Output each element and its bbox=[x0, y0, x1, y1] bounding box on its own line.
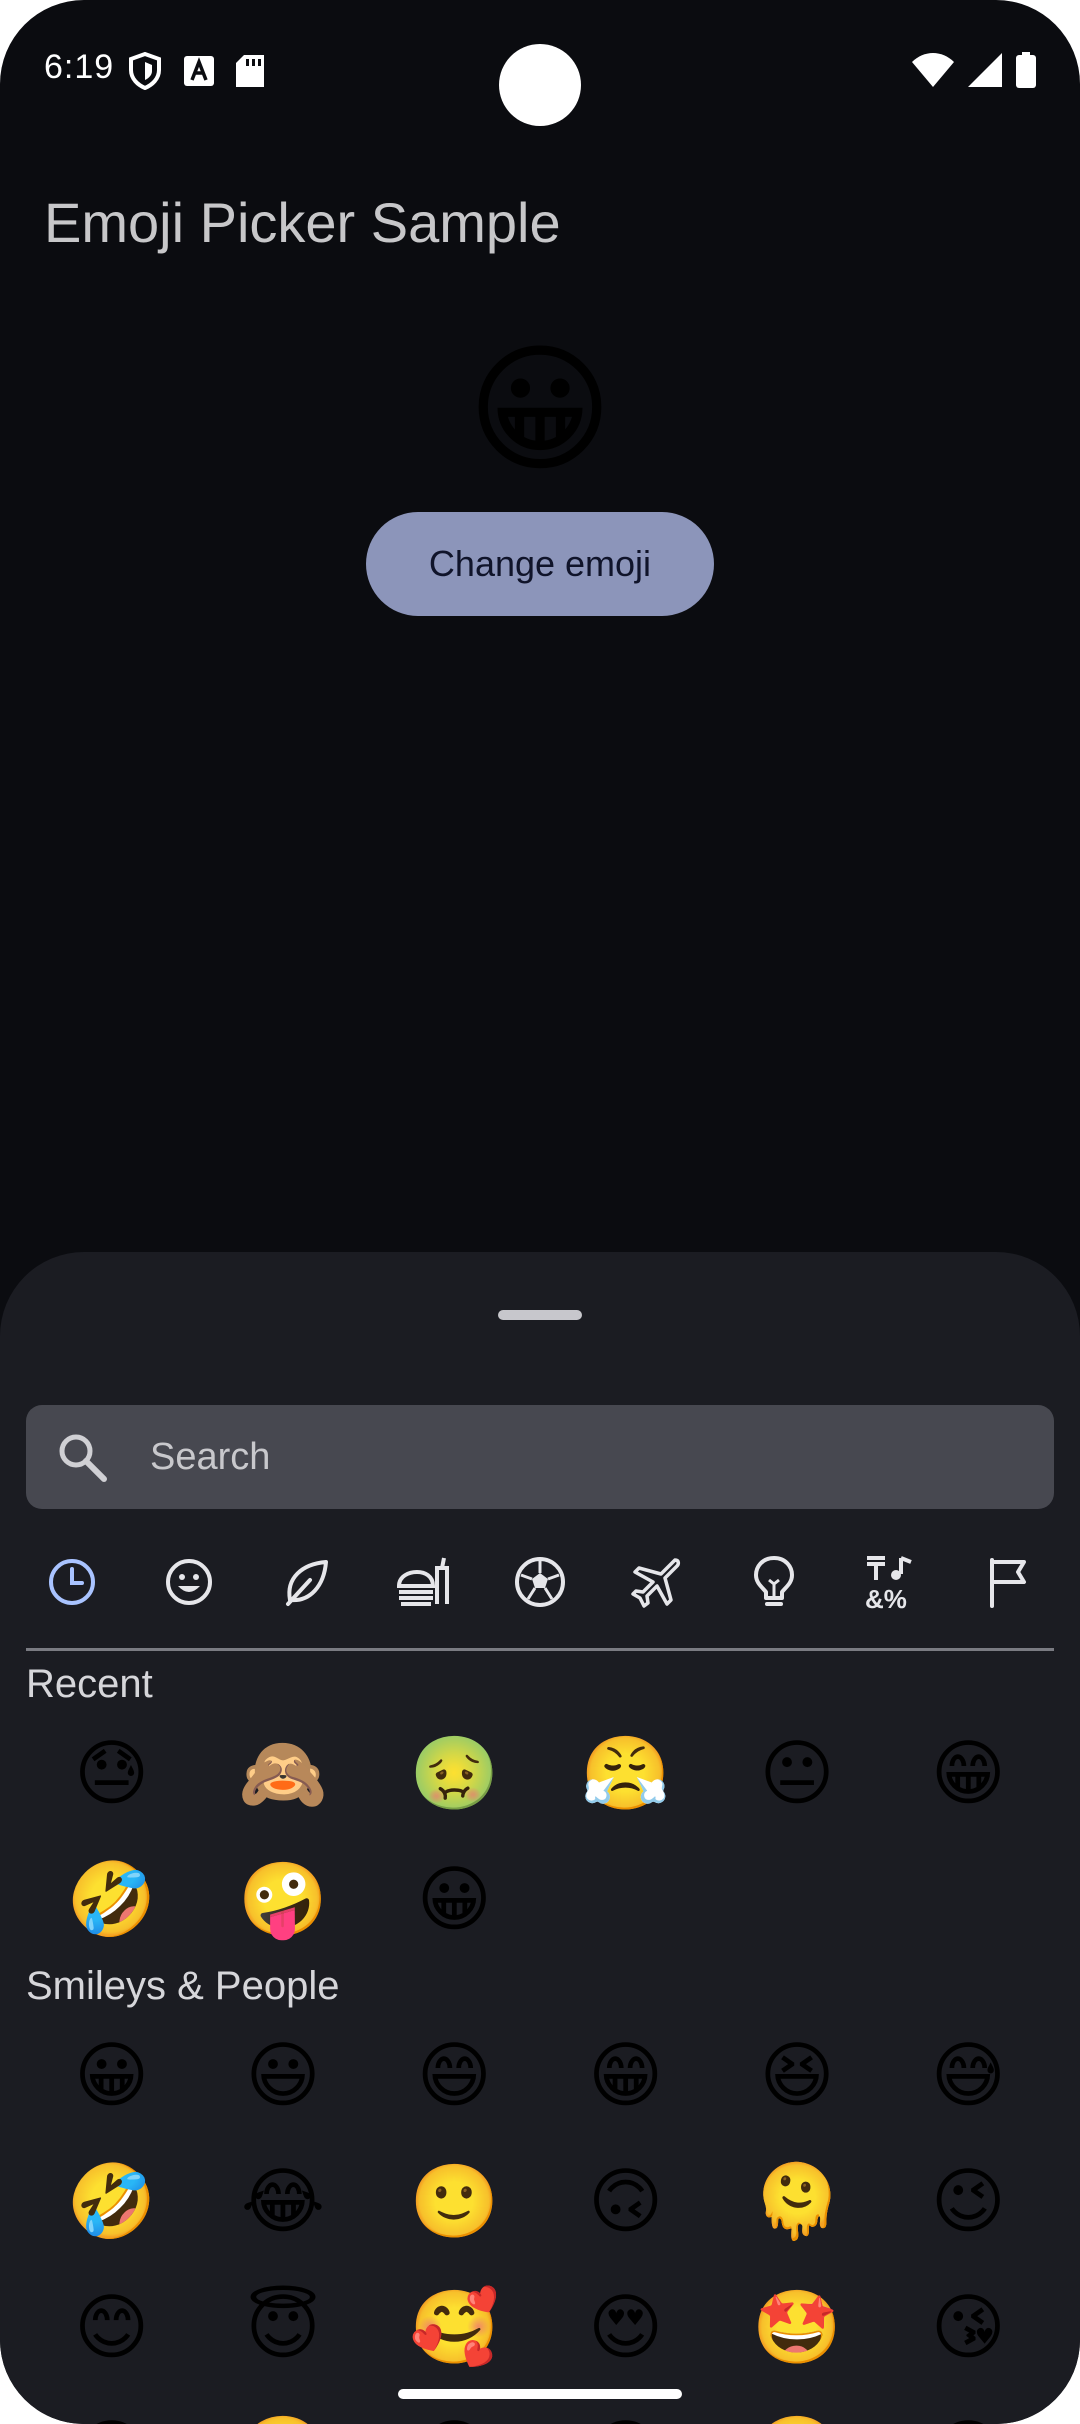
soccer-ball-icon bbox=[513, 1555, 567, 1609]
emoji-cell[interactable]: 🙃 bbox=[540, 2139, 711, 2265]
status-time: 6:19 bbox=[44, 48, 115, 86]
emoji-cell[interactable]: 😅 bbox=[883, 2013, 1054, 2139]
tab-flags[interactable] bbox=[962, 1536, 1054, 1628]
emoji-cell[interactable]: 😀 bbox=[26, 2013, 197, 2139]
emoji-cell[interactable]: 😉 bbox=[883, 2139, 1054, 2265]
wifi-icon bbox=[912, 53, 954, 92]
emoji-cell[interactable]: 😍 bbox=[540, 2265, 711, 2391]
tab-travel[interactable] bbox=[611, 1536, 703, 1628]
emoji-grid-smileys: 😀😃😄😁😆😅🤣😂🙂🙃🫠😉😊😇🥰😍🤩😘😗☺️😚😙🥲😋 bbox=[26, 2013, 1054, 2424]
emoji-cell[interactable]: 🫠 bbox=[711, 2139, 882, 2265]
section-label-smileys: Smileys & People bbox=[26, 1964, 340, 2008]
emoji-picker-sheet: &% Recent 😓🙈🤢😤😐😁🤣🤪😀 Smileys & People 😀😃😄… bbox=[0, 1252, 1080, 2424]
leaf-icon bbox=[280, 1556, 332, 1608]
change-emoji-button[interactable]: Change emoji bbox=[366, 512, 714, 616]
emoji-cell[interactable]: 😇 bbox=[197, 2265, 368, 2391]
status-right-icons bbox=[912, 52, 1036, 93]
selected-emoji: 😀 bbox=[467, 331, 613, 488]
emoji-cell[interactable]: 😂 bbox=[197, 2139, 368, 2265]
emoji-cell[interactable]: 😁 bbox=[883, 1711, 1054, 1837]
emoji-cell[interactable]: 😆 bbox=[711, 2013, 882, 2139]
sd-card-icon bbox=[236, 55, 264, 87]
emoji-cell[interactable]: ☺️ bbox=[197, 2391, 368, 2424]
category-tabs: &% bbox=[26, 1534, 1054, 1630]
phone-screen: 6:19 Emoji Picker Sample 😀 Change emoji … bbox=[0, 0, 1080, 2424]
smiley-icon bbox=[163, 1556, 215, 1608]
signal-icon bbox=[968, 53, 1002, 92]
flag-icon bbox=[986, 1556, 1030, 1608]
tab-nature[interactable] bbox=[260, 1536, 352, 1628]
emoji-cell[interactable]: 😊 bbox=[26, 2265, 197, 2391]
tab-activities[interactable] bbox=[494, 1536, 586, 1628]
airplane-icon bbox=[631, 1556, 683, 1608]
food-icon bbox=[395, 1556, 451, 1608]
tab-symbols[interactable]: &% bbox=[845, 1536, 937, 1628]
page-title: Emoji Picker Sample bbox=[44, 191, 561, 254]
tab-food[interactable] bbox=[377, 1536, 469, 1628]
emoji-cell[interactable]: 🥲 bbox=[711, 2391, 882, 2424]
emoji-cell[interactable]: 🤢 bbox=[369, 1711, 540, 1837]
emoji-cell[interactable]: 😄 bbox=[369, 2013, 540, 2139]
drag-handle[interactable] bbox=[498, 1310, 582, 1320]
battery-icon bbox=[1016, 52, 1036, 93]
emoji-cell[interactable]: 🤣 bbox=[26, 2139, 197, 2265]
emoji-cell[interactable]: 🙈 bbox=[197, 1711, 368, 1837]
emoji-grid-recent: 😓 🙈 🤢 😤 😐 😁 🤣 🤪 😀 bbox=[26, 1711, 1054, 1963]
home-indicator[interactable] bbox=[398, 2389, 682, 2399]
emoji-cell[interactable]: 🤣 bbox=[26, 1837, 197, 1963]
search-bar[interactable] bbox=[26, 1405, 1054, 1509]
status-bar: 6:19 bbox=[0, 0, 1080, 140]
emoji-cell[interactable]: 😋 bbox=[883, 2391, 1054, 2424]
tab-smileys[interactable] bbox=[143, 1536, 235, 1628]
emoji-cell[interactable]: 😀 bbox=[369, 1837, 540, 1963]
emoji-cell[interactable]: 😁 bbox=[540, 2013, 711, 2139]
emoji-cell[interactable]: 😤 bbox=[540, 1711, 711, 1837]
text-a-icon bbox=[184, 56, 214, 86]
camera-cutout bbox=[499, 44, 581, 126]
emoji-cell[interactable]: 😘 bbox=[883, 2265, 1054, 2391]
clock-icon bbox=[46, 1556, 98, 1608]
symbols-icon: &% bbox=[863, 1554, 919, 1610]
search-icon bbox=[56, 1431, 108, 1483]
svg-text:&%: &% bbox=[865, 1584, 907, 1610]
tab-recent[interactable] bbox=[26, 1536, 118, 1628]
search-input[interactable] bbox=[150, 1405, 1030, 1509]
emoji-cell[interactable]: 🥰 bbox=[369, 2265, 540, 2391]
lightbulb-icon bbox=[752, 1554, 796, 1610]
section-label-recent: Recent bbox=[26, 1662, 153, 1706]
emoji-cell[interactable]: 😐 bbox=[711, 1711, 882, 1837]
emoji-cell[interactable]: 😗 bbox=[26, 2391, 197, 2424]
emoji-cell[interactable]: 😓 bbox=[26, 1711, 197, 1837]
emoji-cell[interactable]: 🙂 bbox=[369, 2139, 540, 2265]
tab-objects[interactable] bbox=[728, 1536, 820, 1628]
shield-icon bbox=[128, 52, 162, 90]
emoji-cell[interactable]: 🤩 bbox=[711, 2265, 882, 2391]
emoji-cell[interactable]: 😃 bbox=[197, 2013, 368, 2139]
emoji-cell[interactable]: 🤪 bbox=[197, 1837, 368, 1963]
category-divider bbox=[26, 1648, 1054, 1651]
status-left-icons bbox=[128, 52, 264, 90]
